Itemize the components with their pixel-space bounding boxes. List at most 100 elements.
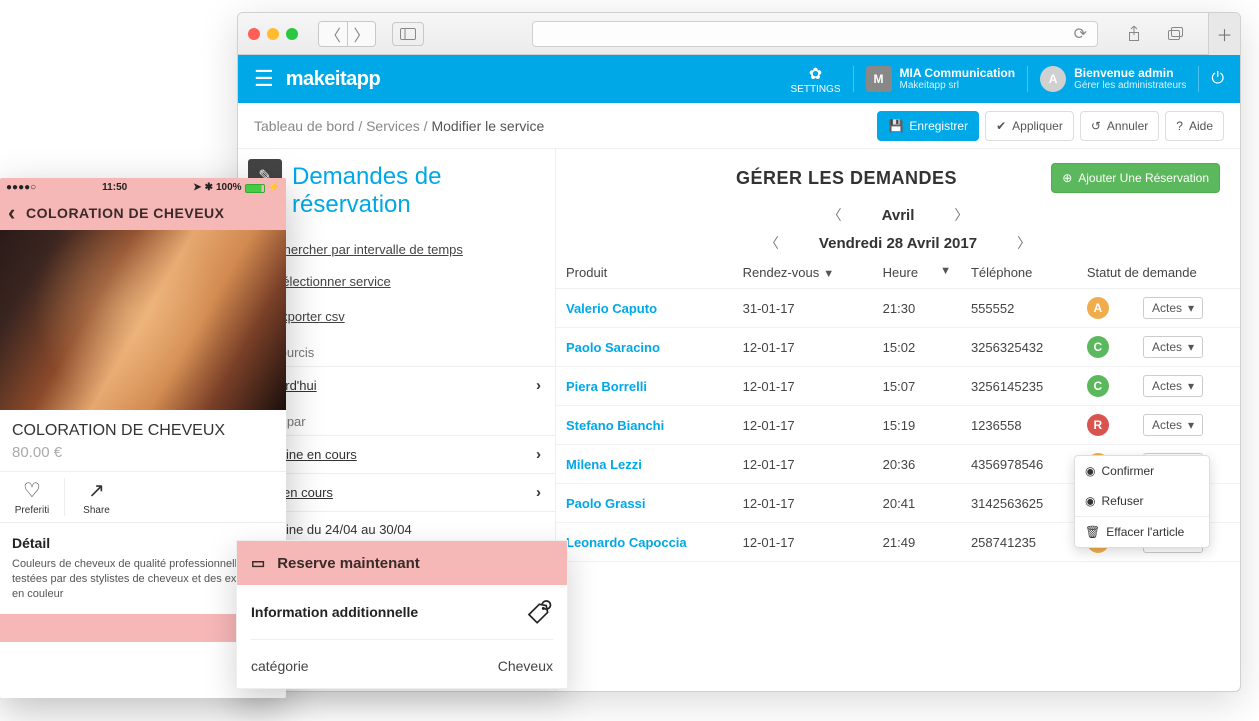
org-account-block[interactable]: M MIA Communication Makeitapp srl bbox=[853, 66, 1028, 92]
cell-phone: 4356978546 bbox=[961, 445, 1077, 484]
product-link[interactable]: Paolo Grassi bbox=[566, 496, 645, 511]
sidebar-icon bbox=[400, 28, 416, 40]
month-nav: 〈 Avril 〉 bbox=[556, 201, 1240, 229]
day-label: Vendredi 28 Avril 2017 bbox=[819, 235, 977, 252]
table-row: Piera Borrelli12-01-1715:073256145235CAc… bbox=[556, 367, 1240, 406]
cell-phone: 3256325432 bbox=[961, 328, 1077, 367]
maximize-window-button[interactable] bbox=[286, 28, 298, 40]
col-time[interactable]: Heure▼ bbox=[873, 257, 961, 289]
product-price: 80.00 € bbox=[0, 442, 286, 472]
product-link[interactable]: Milena Lezzi bbox=[566, 457, 642, 472]
user-account-block[interactable]: A Bienvenue admin Gérer les administrate… bbox=[1027, 66, 1199, 92]
product-link[interactable]: Leonardo Capoccia bbox=[566, 535, 687, 550]
help-button[interactable]: ? Aide bbox=[1165, 111, 1224, 141]
cell-date: 12-01-17 bbox=[733, 406, 873, 445]
breadcrumb-root[interactable]: Tableau de bord bbox=[254, 118, 354, 134]
card-icon: ▭ bbox=[251, 554, 265, 572]
cell-time: 21:30 bbox=[873, 289, 961, 328]
actions-dropdown[interactable]: Actes ▾ bbox=[1143, 414, 1203, 436]
sort-icon: ▼ bbox=[940, 265, 951, 277]
signal-icon: ●●●●○ bbox=[6, 182, 36, 193]
cell-time: 20:41 bbox=[873, 484, 961, 523]
refuse-icon: ◉ bbox=[1085, 494, 1095, 508]
cancel-button[interactable]: ↺ Annuler bbox=[1080, 111, 1159, 141]
phone-actions: ♡ Preferiti ↗ Share bbox=[0, 472, 286, 523]
day-prev-button[interactable]: 〈 bbox=[765, 233, 779, 253]
refresh-icon[interactable]: ⟳ bbox=[1074, 24, 1087, 44]
share-button[interactable]: ↗ Share bbox=[64, 478, 128, 516]
cell-status: C bbox=[1077, 367, 1133, 406]
product-link[interactable]: Piera Borrelli bbox=[566, 379, 647, 394]
battery-percent: 100% bbox=[216, 182, 242, 193]
chevron-right-icon: › bbox=[536, 446, 541, 463]
share-button[interactable] bbox=[1120, 22, 1148, 46]
actions-dropdown[interactable]: Actes ▾ bbox=[1143, 336, 1203, 358]
back-button[interactable]: ‹ bbox=[8, 200, 26, 226]
favorite-button[interactable]: ♡ Preferiti bbox=[0, 478, 64, 516]
product-link[interactable]: Paolo Saracino bbox=[566, 340, 660, 355]
browser-toolbar: 〈 〉 ⟳ ＋ bbox=[238, 13, 1240, 55]
logout-button[interactable]: ⏻ bbox=[1211, 70, 1224, 88]
breadcrumb-services[interactable]: Services bbox=[366, 118, 420, 134]
caret-down-icon: ▾ bbox=[1188, 301, 1194, 315]
month-next-button[interactable]: 〉 bbox=[954, 205, 968, 225]
cell-time: 21:49 bbox=[873, 523, 961, 562]
phone-statusbar: ●●●●○ 11:50 ➤ ✱ 100% ⚡ bbox=[0, 178, 286, 196]
cell-date: 12-01-17 bbox=[733, 445, 873, 484]
cell-actions: Actes ▾ bbox=[1133, 328, 1240, 367]
menu-delete[interactable]: 🗑Effacer l'article bbox=[1075, 517, 1209, 547]
col-status[interactable]: Statut de demande bbox=[1077, 257, 1240, 289]
cell-time: 20:36 bbox=[873, 445, 961, 484]
cell-product: Paolo Saracino bbox=[556, 328, 733, 367]
heart-icon: ♡ bbox=[23, 478, 41, 503]
tag-icon: 🏷 bbox=[526, 598, 552, 626]
tabs-button[interactable] bbox=[1162, 22, 1190, 46]
nav-forward-button[interactable]: 〉 bbox=[347, 22, 375, 46]
add-reservation-button[interactable]: ⊕ Ajouter Une Réservation bbox=[1051, 163, 1220, 193]
phone-header-title: COLORATION DE CHEVEUX bbox=[26, 205, 224, 221]
sidebar-toggle-button[interactable] bbox=[392, 22, 424, 46]
actions-dropdown[interactable]: Actes ▾ bbox=[1143, 297, 1203, 319]
minimize-window-button[interactable] bbox=[267, 28, 279, 40]
brand-logo: makeitapp bbox=[286, 68, 380, 91]
cell-status: A bbox=[1077, 289, 1133, 328]
cell-time: 15:07 bbox=[873, 367, 961, 406]
menu-refuse[interactable]: ◉Refuser bbox=[1075, 486, 1209, 516]
close-window-button[interactable] bbox=[248, 28, 260, 40]
col-phone[interactable]: Téléphone bbox=[961, 257, 1077, 289]
location-icon: ➤ bbox=[193, 182, 201, 193]
day-nav: 〈 Vendredi 28 Avril 2017 〉 bbox=[556, 229, 1240, 257]
product-link[interactable]: Stefano Bianchi bbox=[566, 418, 664, 433]
reserve-header: ▭ Reserve maintenant bbox=[237, 541, 567, 585]
nav-back-button[interactable]: 〈 bbox=[319, 22, 347, 46]
url-bar[interactable]: ⟳ bbox=[532, 21, 1098, 47]
menu-toggle-button[interactable]: ☰ bbox=[254, 66, 274, 92]
col-product[interactable]: Produit bbox=[556, 257, 733, 289]
new-tab-button[interactable]: ＋ bbox=[1208, 13, 1240, 55]
cell-time: 15:19 bbox=[873, 406, 961, 445]
status-badge: R bbox=[1087, 414, 1109, 436]
sort-icon: ▼ bbox=[823, 268, 834, 280]
apply-button[interactable]: ✔ Appliquer bbox=[985, 111, 1074, 141]
category-label: catégorie bbox=[251, 658, 309, 674]
col-appointment[interactable]: Rendez-vous▼ bbox=[733, 257, 873, 289]
trash-icon: 🗑 bbox=[1085, 525, 1100, 539]
actions-dropdown[interactable]: Actes ▾ bbox=[1143, 375, 1203, 397]
user-avatar: A bbox=[1040, 66, 1066, 92]
share-icon bbox=[1127, 26, 1141, 42]
nav-buttons: 〈 〉 bbox=[318, 21, 376, 47]
cell-actions: Actes ▾ bbox=[1133, 289, 1240, 328]
save-button[interactable]: 💾 Enregistrer bbox=[877, 111, 979, 141]
product-link[interactable]: Valerio Caputo bbox=[566, 301, 657, 316]
charging-icon: ⚡ bbox=[268, 182, 280, 193]
settings-button[interactable]: ✿ SETTINGS bbox=[791, 64, 841, 95]
menu-confirm[interactable]: ◉Confirmer bbox=[1075, 456, 1209, 486]
day-next-button[interactable]: 〉 bbox=[1017, 233, 1031, 253]
month-prev-button[interactable]: 〈 bbox=[828, 205, 842, 225]
org-name: MIA Communication bbox=[900, 67, 1016, 80]
chevron-right-icon: › bbox=[536, 484, 541, 501]
additional-info-row: Information additionnelle 🏷 bbox=[251, 599, 553, 625]
save-icon: 💾 bbox=[888, 119, 903, 133]
reserve-card: ▭ Reserve maintenant Information additio… bbox=[236, 540, 568, 689]
caret-down-icon: ▾ bbox=[1188, 379, 1194, 393]
